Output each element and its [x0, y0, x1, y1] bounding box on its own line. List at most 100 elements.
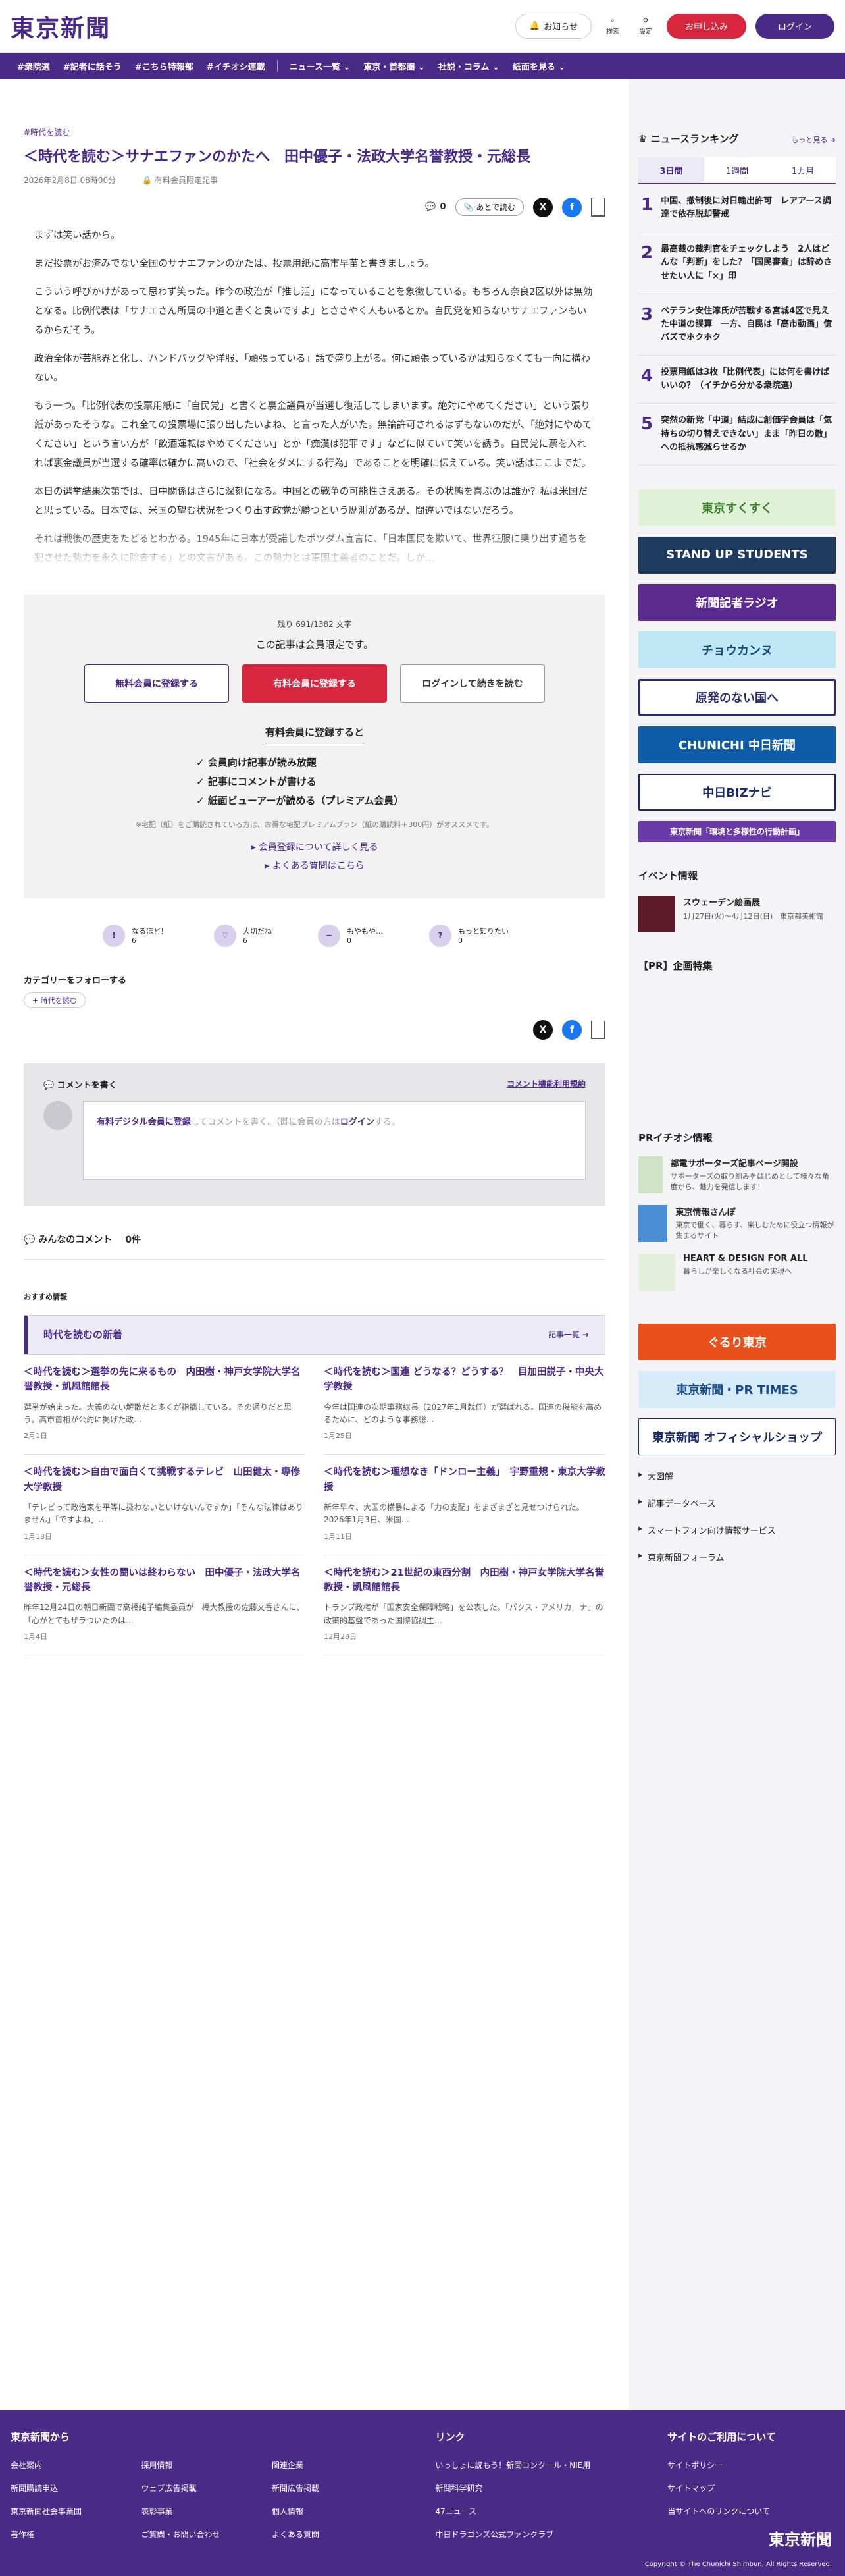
follow-category-button[interactable]: + 時代を読む [24, 992, 86, 1008]
membership-info-link[interactable]: ▸ 会員登録について詳しく見る [24, 840, 605, 853]
register-paid-button[interactable]: 有料会員に登録する [242, 664, 387, 703]
list-item[interactable]: ＜時代を読む＞21世紀の東西分割 内田樹・神戸女学院大学名誉教授・凱風館館長 ト… [324, 1555, 605, 1655]
read-later-button[interactable]: 📎 あとで読む [455, 198, 524, 217]
event-item[interactable]: スウェーデン絵画展 1月27日(火)〜4月12日(日) 東京都美術館 [638, 895, 836, 932]
article-paragraph: 政治全体が芸能界と化し、ハンドバッグや洋服、「頑張っている」話で盛り上がる。何に… [34, 353, 591, 383]
comment-rules-link[interactable]: コメント機能利用規約 [507, 1078, 586, 1090]
comment-count-button[interactable]: 💬 0 [425, 202, 446, 212]
facebook-share-icon[interactable]: f [562, 197, 582, 217]
tab-3days[interactable]: 3日間 [638, 157, 704, 183]
footer-link[interactable]: 新聞広告掲載 [272, 2482, 396, 2494]
banner-chokanu[interactable]: チョウカンヌ [638, 631, 836, 668]
footer-link[interactable]: 47ニュース [436, 2506, 628, 2517]
footer-link[interactable]: 関連企業 [272, 2459, 396, 2471]
nav-item-news[interactable]: ニュース一覧 ⌄ [283, 53, 357, 79]
login-continue-button[interactable]: ログインして続きを読む [400, 664, 545, 703]
recommend-grid: ＜時代を読む＞選挙の先に来るもの 内田樹・神戸女学院大学名誉教授・凱風館館長 選… [24, 1355, 605, 1655]
search-button[interactable]: ⌕ 検索 [601, 17, 625, 36]
list-item[interactable]: ＜時代を読む＞国連 どうなる？どうする？ 目加田説子・中央大学教授 今年は国連の… [324, 1355, 605, 1455]
banner-chunichi[interactable]: CHUNICHI 中日新聞 [638, 726, 836, 763]
share-icon[interactable] [591, 1020, 605, 1039]
list-item[interactable]: ＜時代を読む＞女性の闘いは終わらない 田中優子・法政大学名誉教授・元総長 昨年1… [24, 1555, 305, 1655]
footer-link[interactable]: サイトマップ [667, 2482, 834, 2494]
list-item[interactable]: ＜時代を読む＞理想なき「ドンロー主義」 宇野重規・東京大学教授 新年早々、大国の… [324, 1455, 605, 1555]
nav-item-tokuho[interactable]: #こちら特報部 [128, 53, 200, 79]
banner-prtimes[interactable]: 東京新聞・PR TIMES [638, 1370, 836, 1408]
list-item[interactable]: ＜時代を読む＞選挙の先に来るもの 内田樹・神戸女学院大学名誉教授・凱風館館長 選… [24, 1355, 305, 1455]
reaction-taisetsu[interactable]: ♡ 大切だね 6 [214, 924, 272, 947]
banner-genpatsu[interactable]: 原発のない国へ [638, 678, 836, 716]
nav-item-series[interactable]: #イチオシ連載 [200, 53, 272, 79]
ranking-item[interactable]: 3 ベテラン安住淳氏が苦戦する宮城4区で見えた中道の誤算 一方、自民は「高市動画」… [638, 294, 836, 356]
reaction-moyamoya[interactable]: ~ もやもや… 0 [318, 924, 383, 947]
category-tag[interactable]: #時代を読む [24, 126, 70, 138]
footer-link[interactable]: 新聞科学研究 [436, 2482, 628, 2494]
ranking-item[interactable]: 1 中国、撤制後に対日輸出許可 レアアース調達で依存脱却警戒 [638, 184, 836, 233]
article-date: 2026年2月8日 08時00分 [24, 175, 116, 185]
footer-link[interactable]: 採用情報 [141, 2459, 266, 2471]
nav-item-tokyo[interactable]: 東京・首都圏 ⌄ [357, 53, 431, 79]
footer-link[interactable]: 会社案内 [11, 2459, 135, 2471]
banner-shop[interactable]: 東京新聞 オフィシャルショップ [638, 1418, 836, 1455]
tab-1week[interactable]: 1週間 [704, 157, 770, 183]
benefit-item: ✓ 会員向け記事が読み放題 [196, 756, 317, 768]
banner-biz[interactable]: 中日BIZナビ [638, 773, 836, 811]
notice-button[interactable]: 🔔 お知らせ [515, 13, 592, 39]
settings-button[interactable]: ⚙ 設定 [634, 17, 657, 36]
link-database[interactable]: 記事データベース [638, 1497, 836, 1509]
site-logo[interactable]: 東京新聞 [11, 9, 111, 43]
footer-link[interactable]: 当サイトへのリンクについて [667, 2506, 834, 2517]
ranking-item[interactable]: 5 突然の新党「中道」結成に創価学会員は「気持ちの切り替えできない」まま「昨日の敵… [638, 404, 836, 466]
reaction-naruhodo[interactable]: ! なるほど！ 6 [103, 924, 168, 947]
footer-link[interactable]: ウェブ広告掲載 [141, 2482, 266, 2494]
footer-link[interactable]: よくある質問 [272, 2529, 396, 2540]
footer-link[interactable]: サイトポリシー [667, 2459, 834, 2471]
nav-item-talk[interactable]: #記者に話そう [57, 53, 128, 79]
ichioshi-item[interactable]: 東京情報さんぽ 東京で働く、暮らす、楽しむために役立つ情報が集まるサイト [638, 1204, 836, 1242]
article-list-link[interactable]: 記事一覧 ➔ [548, 1329, 589, 1340]
ichioshi-item[interactable]: HEART & DESIGN FOR ALL 暮らしが楽しくなる社会の実現へ [638, 1253, 836, 1291]
link-smartphone[interactable]: スマートフォン向け情報サービス [638, 1524, 836, 1536]
link-forum[interactable]: 東京新聞フォーラム [638, 1551, 836, 1563]
gear-icon: ⚙ [642, 16, 649, 24]
footer-logo[interactable]: 東京新聞 [769, 2527, 832, 2550]
register-link[interactable]: 有料デジタル会員に登録 [97, 1117, 191, 1127]
nav-item-election[interactable]: #衆院選 [11, 53, 57, 79]
comment-input[interactable]: 有料デジタル会員に登録してコメントを書く。（既に会員の方はログインする。 [83, 1100, 586, 1180]
x-share-icon[interactable]: X [533, 1019, 553, 1040]
reaction-motto[interactable]: ? もっと知りたい 0 [429, 924, 509, 947]
banner-sukusuku[interactable]: 東京すくすく [638, 489, 836, 526]
list-item[interactable]: ＜時代を読む＞自由で面白くて挑戦するテレビ 山田健太・専修大学教授 「テレビって… [24, 1455, 305, 1555]
banner-environment[interactable]: 東京新聞「環境と多様性の行動計画」 [638, 820, 836, 842]
footer-link[interactable]: いっしょに読もう！新聞コンクール・NIE用 [436, 2459, 628, 2471]
banner-stand-up[interactable]: STAND UP STUDENTS [638, 536, 836, 574]
nav-item-paper[interactable]: 紙面を見る ⌄ [506, 53, 572, 79]
footer-link[interactable]: 東京新聞社会事業団 [11, 2506, 135, 2517]
ranking-item[interactable]: 2 最高裁の裁判官をチェックしよう 2人はどんな「判断」をした？「国民審査」は辞め… [638, 232, 836, 294]
nav-item-column[interactable]: 社説・コラム ⌄ [432, 53, 506, 79]
link-daizukai[interactable]: 大図解 [638, 1470, 836, 1482]
footer-link[interactable]: 表彰事業 [141, 2506, 266, 2517]
footer-link[interactable]: 著作権 [11, 2529, 135, 2540]
banner-radio[interactable]: 新聞記者ラジオ [638, 583, 836, 621]
footer-link[interactable]: 新聞購読申込 [11, 2482, 135, 2494]
footer-link[interactable]: 個人情報 [272, 2506, 396, 2517]
share-icon[interactable] [591, 198, 605, 217]
tab-1month[interactable]: 1カ月 [770, 157, 836, 183]
banner-gururi[interactable]: ぐるり東京 [638, 1323, 836, 1360]
footer-link[interactable]: 中日ドラゴンズ公式ファンクラブ [436, 2529, 628, 2540]
footer-link[interactable]: ご質問・お問い合わせ [141, 2529, 266, 2540]
lock-icon: 🔒 [142, 175, 153, 185]
facebook-share-icon[interactable]: f [562, 1019, 582, 1040]
login-button[interactable]: ログイン [755, 13, 834, 39]
article-body: まずは笑い話から。 まだ投票がお済みでない全国のサナエファンのかたは、投票用紙に… [24, 227, 605, 568]
subscribe-button[interactable]: お申し込み [666, 13, 746, 39]
ranking-more-link[interactable]: もっと見る ➔ [791, 133, 836, 145]
ichioshi-heading: PRイチオシ情報 [638, 1131, 713, 1144]
ranking-item[interactable]: 4 投票用紙は3枚「比例代表」には何を書けばいいの？（イチから分かる衆院選） [638, 356, 836, 404]
register-free-button[interactable]: 無料会員に登録する [84, 664, 229, 703]
x-share-icon[interactable]: X [533, 197, 553, 217]
ichioshi-item[interactable]: 都電サポーターズ記事ページ開設 サポーターズの取り組みをはじめとして様々な角度から… [638, 1156, 836, 1193]
login-link[interactable]: ログイン [340, 1117, 374, 1127]
faq-link[interactable]: ▸ よくある質問はこちら [24, 859, 605, 872]
